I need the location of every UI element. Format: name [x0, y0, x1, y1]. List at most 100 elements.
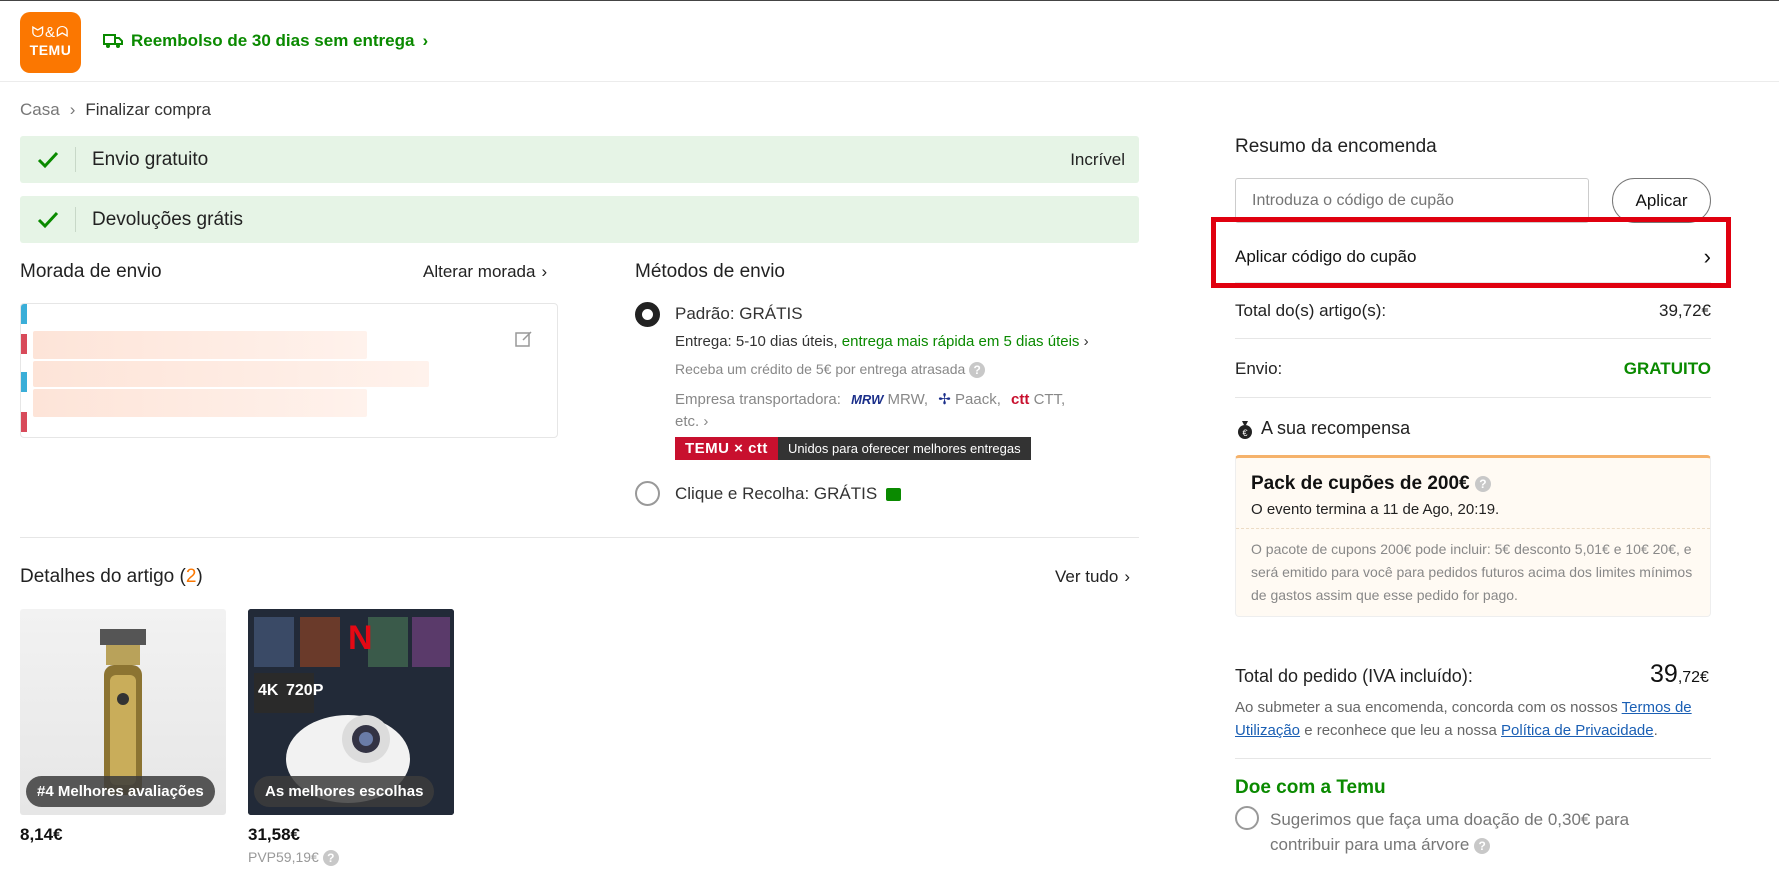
logo-glyphs: ᗢ&ᗣ [31, 24, 70, 41]
terms-prefix: Ao submeter a sua encomenda, concorda co… [1235, 699, 1618, 716]
truck-icon [103, 34, 123, 48]
items-total-label: Total do(s) artigo(s): [1235, 301, 1387, 320]
product-price: 31,58€ [248, 825, 300, 844]
items-count: 2 [185, 566, 197, 587]
banner-label: Envio gratuito [92, 148, 209, 170]
refund-link[interactable]: Reembolso de 30 dias sem entrega › [103, 31, 428, 51]
address-card[interactable] [20, 303, 558, 438]
screen-label: 4K [258, 682, 279, 699]
breadcrumb-separator: › [69, 100, 76, 119]
stripe-decoration [21, 412, 27, 432]
product-price: 8,14€ [20, 825, 63, 844]
check-icon [37, 211, 58, 228]
order-total-dec: ,72€ [1677, 669, 1709, 686]
temu-logo[interactable]: ᗢ&ᗣ TEMU [20, 12, 81, 73]
mrw-logo: MRW [851, 392, 884, 407]
temu-ctt-badge: TEMU × ctt Unidos para oferecer melhores… [675, 437, 1031, 460]
free-shipping-banner: Envio gratuito Incrível [20, 136, 1139, 183]
delivery-estimate: Entrega: 5-10 dias úteis, entrega mais r… [675, 333, 1089, 350]
change-address-label: Alterar morada [423, 262, 536, 281]
late-credit-note: Receba um crédito de 5€ por entrega atra… [675, 361, 986, 379]
chevron-right-icon: › [541, 262, 548, 281]
help-icon[interactable]: ? [322, 850, 339, 867]
top-bar: ᗢ&ᗣ TEMU Reembolso de 30 dias sem entreg… [0, 0, 1779, 82]
product-card-projector[interactable]: N 4K 720P As melhores escolhas [248, 609, 454, 815]
help-icon[interactable]: ? [969, 362, 986, 379]
terms-end: . [1653, 722, 1658, 739]
reward-card: Pack de cupões de 200€ ? O evento termin… [1235, 455, 1711, 617]
product-card-trimmer[interactable]: #4 Melhores avaliações [20, 609, 226, 815]
order-total-value: 39,72€ [1650, 660, 1709, 689]
chevron-right-icon: › [703, 413, 709, 430]
help-icon[interactable]: ? [1474, 475, 1491, 492]
stripe-decoration [21, 334, 27, 354]
breadcrumb-home[interactable]: Casa [20, 100, 60, 120]
svg-text:N: N [348, 619, 373, 657]
ctt-logo: ctt [1011, 391, 1030, 408]
see-all-link[interactable]: Ver tudo › [1055, 567, 1130, 587]
order-total-label: Total do pedido (IVA incluído): [1235, 666, 1473, 686]
reward-pack-title: Pack de cupões de 200€ ? [1251, 473, 1491, 495]
chevron-right-icon: › [1083, 333, 1089, 350]
terms-middle: e reconhece que leu a nossa [1304, 722, 1497, 739]
donate-text-body: Sugerimos que faça uma doação de 0,30€ p… [1270, 810, 1630, 854]
items-title-text: Detalhes do artigo ( [20, 566, 186, 587]
summary-divider [1235, 397, 1711, 398]
help-icon[interactable]: ? [1474, 837, 1491, 854]
ctt-badge-text: Unidos para oferecer melhores entregas [777, 437, 1031, 460]
carriers-more[interactable]: etc. › [675, 413, 708, 430]
faster-delivery-link[interactable]: entrega mais rápida em 5 dias úteis [842, 333, 1080, 350]
edit-icon[interactable] [515, 330, 533, 348]
privacy-policy-link[interactable]: Política de Privacidade [1501, 722, 1654, 739]
product-rrp: PVP59,19€ ? [248, 849, 339, 867]
product-badge: As melhores escolhas [254, 776, 435, 807]
shipping-row: Envio: GRATUITO [1235, 359, 1711, 379]
carrier-paack: Paack, [955, 391, 1001, 408]
change-address-link[interactable]: Alterar morada › [423, 262, 547, 282]
shipping-label: Envio: [1235, 359, 1283, 378]
product-rrp-text: PVP59,19€ [248, 849, 319, 865]
see-all-label: Ver tudo [1055, 567, 1119, 586]
chevron-right-icon: › [1124, 567, 1130, 586]
money-bag-icon: € [1238, 420, 1252, 439]
reward-heading: € A sua recompensa [1235, 418, 1410, 439]
stripe-decoration [21, 372, 27, 392]
highlight-box [1211, 217, 1731, 288]
carrier-etc: etc. [675, 413, 700, 430]
donate-text: Sugerimos que faça uma doação de 0,30€ p… [1270, 807, 1690, 857]
free-returns-banner: Devoluções grátis [20, 196, 1139, 243]
reward-title: A sua recompensa [1261, 418, 1411, 438]
svg-text:€: € [1242, 428, 1247, 438]
donate-radio[interactable] [1235, 806, 1259, 830]
redacted-address [33, 389, 367, 417]
chevron-right-icon: › [422, 31, 429, 50]
redacted-address [33, 331, 367, 359]
reward-pack-title-text: Pack de cupões de 200€ [1251, 473, 1470, 494]
summary-divider [1235, 282, 1711, 283]
pickup-shipping-radio[interactable] [635, 481, 660, 506]
items-title: Detalhes do artigo (2) [20, 566, 203, 588]
logo-text: TEMU [29, 42, 72, 58]
breadcrumb: Casa › Finalizar compra [20, 100, 211, 120]
screen-label: 720P [286, 682, 324, 699]
dashed-divider [1236, 528, 1710, 529]
section-divider [20, 537, 1139, 538]
standard-shipping-radio[interactable] [635, 302, 660, 327]
items-total-value: 39,72€ [1659, 301, 1711, 320]
summary-divider [1235, 758, 1711, 759]
shipping-title: Métodos de envio [635, 261, 785, 282]
carrier-prefix: Empresa transportadora: [675, 391, 841, 408]
check-icon [37, 151, 58, 168]
store-icon [885, 488, 901, 502]
terms-notice: Ao submeter a sua encomenda, concorda co… [1235, 696, 1711, 742]
pickup-shipping-label: Clique e Recolha: GRÁTIS [675, 484, 901, 504]
product-badge: #4 Melhores avaliações [26, 776, 215, 807]
items-title-suffix: ) [196, 566, 203, 587]
breadcrumb-current: Finalizar compra [85, 100, 212, 119]
summary-title: Resumo da encomenda [1235, 136, 1437, 157]
carrier-ctt: CTT, [1033, 391, 1066, 408]
late-credit-text: Receba um crédito de 5€ por entrega atra… [675, 361, 966, 377]
standard-shipping-label: Padrão: GRÁTIS [675, 304, 803, 323]
items-total-row: Total do(s) artigo(s): 39,72€ [1235, 301, 1711, 321]
redacted-address [33, 361, 429, 387]
